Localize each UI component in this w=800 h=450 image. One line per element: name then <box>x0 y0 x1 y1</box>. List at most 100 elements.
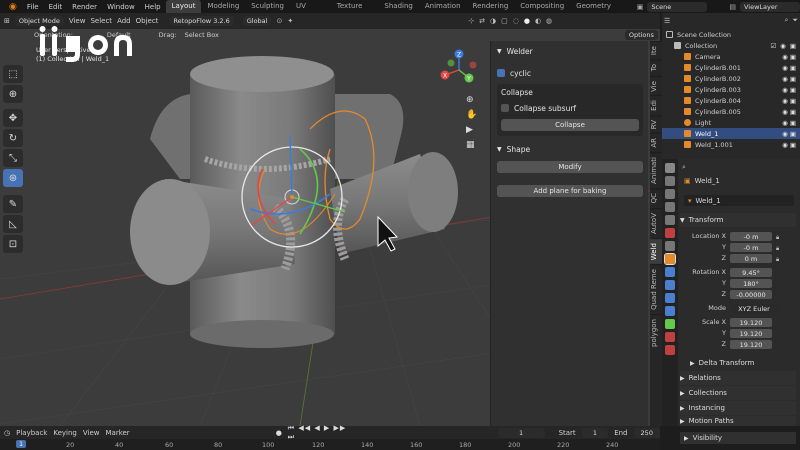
motion-paths-section-header[interactable]: ▶ Motion Paths <box>680 416 796 426</box>
eye-icon[interactable]: ◉ ▣ <box>782 64 796 72</box>
outliner-editor-icon[interactable]: ☰ <box>664 17 670 25</box>
outliner-item[interactable]: CylinderB.002 ◉ ▣ <box>662 73 800 84</box>
measure-tool-icon[interactable]: ◺ <box>3 215 23 233</box>
menu-add[interactable]: Add <box>117 17 131 25</box>
scale-x-field[interactable]: 19.120 <box>730 318 772 327</box>
menu-edit[interactable]: Edit <box>44 3 68 11</box>
tab-sculpting[interactable]: Sculpting <box>245 0 290 13</box>
tab-geometry-nodes[interactable]: Geometry Nodes <box>570 0 629 23</box>
outliner-item[interactable]: CylinderB.003 ◉ ▣ <box>662 84 800 95</box>
collection-row[interactable]: Collection ☑ ◉ ▣ <box>662 40 800 51</box>
tab-item[interactable]: Ite <box>650 41 662 60</box>
data-tab-icon[interactable] <box>665 319 675 329</box>
menu-view[interactable]: View <box>69 17 86 25</box>
material-tab-icon[interactable] <box>665 332 675 342</box>
eye-icon[interactable]: ◉ ▣ <box>782 97 796 105</box>
tab-view[interactable]: Vie <box>650 75 662 96</box>
render-tab-icon[interactable] <box>665 176 675 186</box>
collapse-subsurf-checkbox[interactable] <box>501 104 509 112</box>
welder-panel-header[interactable]: ▼ Welder <box>491 43 648 59</box>
view-layer-tab-icon[interactable] <box>665 202 675 212</box>
scene-tab-icon[interactable] <box>665 215 675 225</box>
object-name-field[interactable]: ▾ Weld_1 <box>684 195 794 206</box>
eye-icon[interactable]: ◉ ▣ <box>782 108 796 116</box>
zoom-icon[interactable]: ⊕ <box>466 95 477 105</box>
tab-quad-remesher[interactable]: Quad Reme <box>650 263 662 314</box>
instancing-section-header[interactable]: ▶ Instancing <box>680 401 796 415</box>
physics-tab-icon[interactable] <box>665 293 675 303</box>
tab-autov[interactable]: AutoV <box>650 207 662 238</box>
current-frame-field[interactable]: 1 <box>497 427 545 438</box>
blender-logo-icon[interactable]: ◉ <box>4 2 22 12</box>
modifier-tab-icon[interactable] <box>665 267 675 277</box>
retopoflow-menu[interactable]: RetopoFlow 3.2.6 <box>169 16 234 26</box>
navigation-gizmo[interactable]: Z X Y <box>437 48 482 95</box>
tab-polygon[interactable]: polygon <box>650 313 662 351</box>
collections-section-header[interactable]: ▶ Collections <box>680 386 796 400</box>
annotate-tool-icon[interactable]: ✎ <box>3 195 23 213</box>
shape-panel-header[interactable]: ▼ Shape <box>491 141 530 157</box>
shading-material-icon[interactable]: ◐ <box>535 17 541 25</box>
eye-icon[interactable]: ◉ ▣ <box>782 75 796 83</box>
scale-tool-icon[interactable]: ⤡ <box>3 149 23 167</box>
add-plane-for-baking-button[interactable]: Add plane for baking <box>497 185 643 197</box>
options-button[interactable]: Options <box>624 30 658 40</box>
transform-orientation[interactable]: Global <box>242 16 272 26</box>
tab-layout[interactable]: Layout <box>165 0 202 13</box>
timeline-editor-icon[interactable]: ◷ <box>4 429 10 437</box>
rotation-z-field[interactable]: -0.00000 <box>730 290 772 299</box>
tab-weld[interactable]: Weld <box>650 237 662 264</box>
relations-section-header[interactable]: ▶ Relations <box>680 371 796 385</box>
menu-object[interactable]: Object <box>136 17 159 25</box>
tab-texture-paint[interactable]: Texture Paint <box>331 0 379 23</box>
collapse-subsurf-row[interactable]: Collapse subsurf <box>497 100 643 116</box>
modify-button[interactable]: Modify <box>497 161 643 173</box>
shading-solid-icon[interactable]: ● <box>524 17 530 25</box>
editor-type-icon[interactable]: ⊞ <box>4 17 10 25</box>
end-frame-field[interactable]: 250 <box>633 427 661 438</box>
tab-uv-editing[interactable]: UV Editing <box>290 0 331 23</box>
menu-marker[interactable]: Marker <box>105 429 129 437</box>
shading-wire-icon[interactable]: ◌ <box>513 17 519 25</box>
transform-tool-icon[interactable]: ⊛ <box>3 169 23 187</box>
camera-view-icon[interactable]: ▶ <box>466 125 477 135</box>
eye-icon[interactable]: ◉ <box>780 42 786 50</box>
record-icon[interactable]: ● <box>276 429 282 437</box>
tab-rendering[interactable]: Rendering <box>467 0 515 13</box>
eye-icon[interactable]: ◉ ▣ <box>782 119 796 127</box>
timeline-ruler[interactable]: 1 20 40 60 80 100 120 140 160 180 200 22… <box>0 439 660 450</box>
overlay-toggle-icon[interactable]: ◑ <box>490 17 496 25</box>
texture-tab-icon[interactable] <box>665 345 675 355</box>
eye-icon[interactable]: ◉ ▣ <box>782 130 796 138</box>
menu-file[interactable]: File <box>22 3 44 11</box>
tab-edit[interactable]: Edi <box>650 95 662 116</box>
start-frame-field[interactable]: 1 <box>581 427 609 438</box>
outliner-item[interactable]: CylinderB.005 ◉ ▣ <box>662 106 800 117</box>
rotate-tool-icon[interactable]: ↻ <box>3 129 23 147</box>
xray-toggle-icon[interactable]: ▢ <box>501 17 508 25</box>
drag-value[interactable]: Select Box <box>185 31 219 39</box>
properties-search-icon[interactable]: ⌕ <box>682 163 686 172</box>
world-tab-icon[interactable] <box>665 228 675 238</box>
snap-icon[interactable]: ⊙ <box>276 17 282 25</box>
mode-selector[interactable]: Object Mode <box>14 16 64 26</box>
outliner-filter-icon[interactable]: ⏷ <box>792 16 798 25</box>
transform-section-header[interactable]: ▼ Transform <box>680 213 796 227</box>
menu-help[interactable]: Help <box>140 3 166 11</box>
outliner-item-selected[interactable]: Weld_1 ◉ ▣ <box>662 128 800 139</box>
tab-rv[interactable]: RV <box>650 115 662 134</box>
cyclic-checkbox-row[interactable]: cyclic <box>491 65 648 81</box>
camera-restrict-icon[interactable]: ▣ <box>790 42 796 50</box>
tab-shading[interactable]: Shading <box>378 0 418 13</box>
move-tool-icon[interactable]: ✥ <box>3 109 23 127</box>
object-tab-icon[interactable] <box>664 253 676 265</box>
menu-select[interactable]: Select <box>90 17 112 25</box>
collection-tab-icon[interactable] <box>665 241 675 251</box>
add-cube-tool-icon[interactable]: ⊡ <box>3 235 23 253</box>
shading-render-icon[interactable]: ◍ <box>546 17 552 25</box>
rotation-x-field[interactable]: 9.45° <box>730 268 772 277</box>
menu-view[interactable]: View <box>83 429 100 437</box>
eye-icon[interactable]: ◉ ▣ <box>782 141 796 149</box>
tab-tool[interactable]: To <box>650 59 662 76</box>
pan-hand-icon[interactable]: ✋ <box>466 110 477 120</box>
